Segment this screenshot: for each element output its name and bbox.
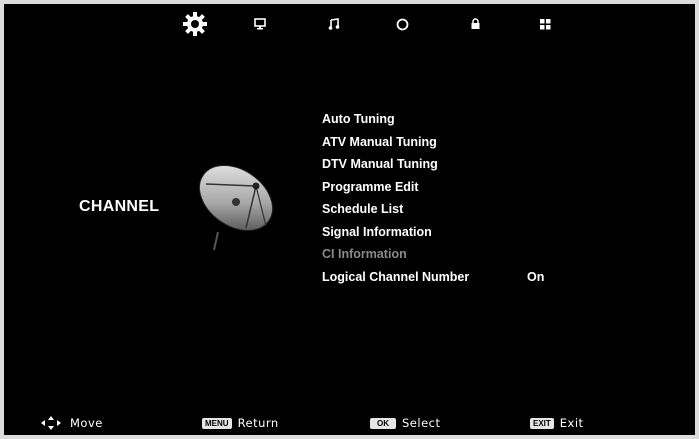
menu-item-auto-tuning[interactable]: Auto Tuning [322,108,652,131]
channel-settings-icon[interactable] [180,12,210,36]
menu-item-ci-information: CI Information [322,243,652,266]
channel-menu: Auto Tuning ATV Manual Tuning DTV Manual… [322,108,652,288]
tv-menu-screen: CHANNEL Auto Tuning ATV Manual Tuning DT… [4,4,695,435]
hint-select: OK Select [370,413,440,433]
menu-item-logical-channel-number[interactable]: Logical Channel Number On [322,266,652,289]
hint-select-label: Select [402,416,441,430]
menu-item-label: Programme Edit [322,179,419,194]
menu-item-label: ATV Manual Tuning [322,134,437,149]
menu-item-label: CI Information [322,247,407,261]
picture-icon[interactable] [252,12,268,36]
menu-item-label: Signal Information [322,224,432,239]
category-bar [4,4,695,44]
hint-return: MENU Return [202,413,279,433]
hint-move-label: Move [70,416,103,430]
lock-icon[interactable] [468,12,482,36]
menu-item-schedule-list[interactable]: Schedule List [322,198,652,221]
hint-exit: EXIT Exit [530,413,584,433]
menu-item-value[interactable]: On [527,266,544,289]
menu-item-label: Schedule List [322,202,404,216]
hint-exit-label: Exit [559,416,584,430]
exit-key: EXIT [530,417,554,429]
hint-bar: Move MENU Return OK Select EXIT Exit [4,413,695,433]
hint-return-label: Return [237,416,279,430]
satellite-dish-icon [194,156,284,261]
section-title: CHANNEL [79,198,160,215]
setup-icon[interactable] [538,12,552,36]
menu-item-atv-manual-tuning[interactable]: ATV Manual Tuning [322,131,652,154]
arrows-icon [40,415,62,431]
menu-item-label: DTV Manual Tuning [322,157,438,171]
time-icon[interactable] [394,12,410,36]
menu-item-signal-information[interactable]: Signal Information [322,221,652,244]
hint-move: Move [40,413,103,433]
menu-item-dtv-manual-tuning[interactable]: DTV Manual Tuning [322,153,652,176]
menu-item-label: Auto Tuning [322,112,395,126]
sound-icon[interactable] [326,12,342,36]
ok-key: OK [370,417,396,429]
menu-item-programme-edit[interactable]: Programme Edit [322,176,652,199]
menu-item-label: Logical Channel Number [322,269,470,284]
menu-key: MENU [202,417,232,429]
